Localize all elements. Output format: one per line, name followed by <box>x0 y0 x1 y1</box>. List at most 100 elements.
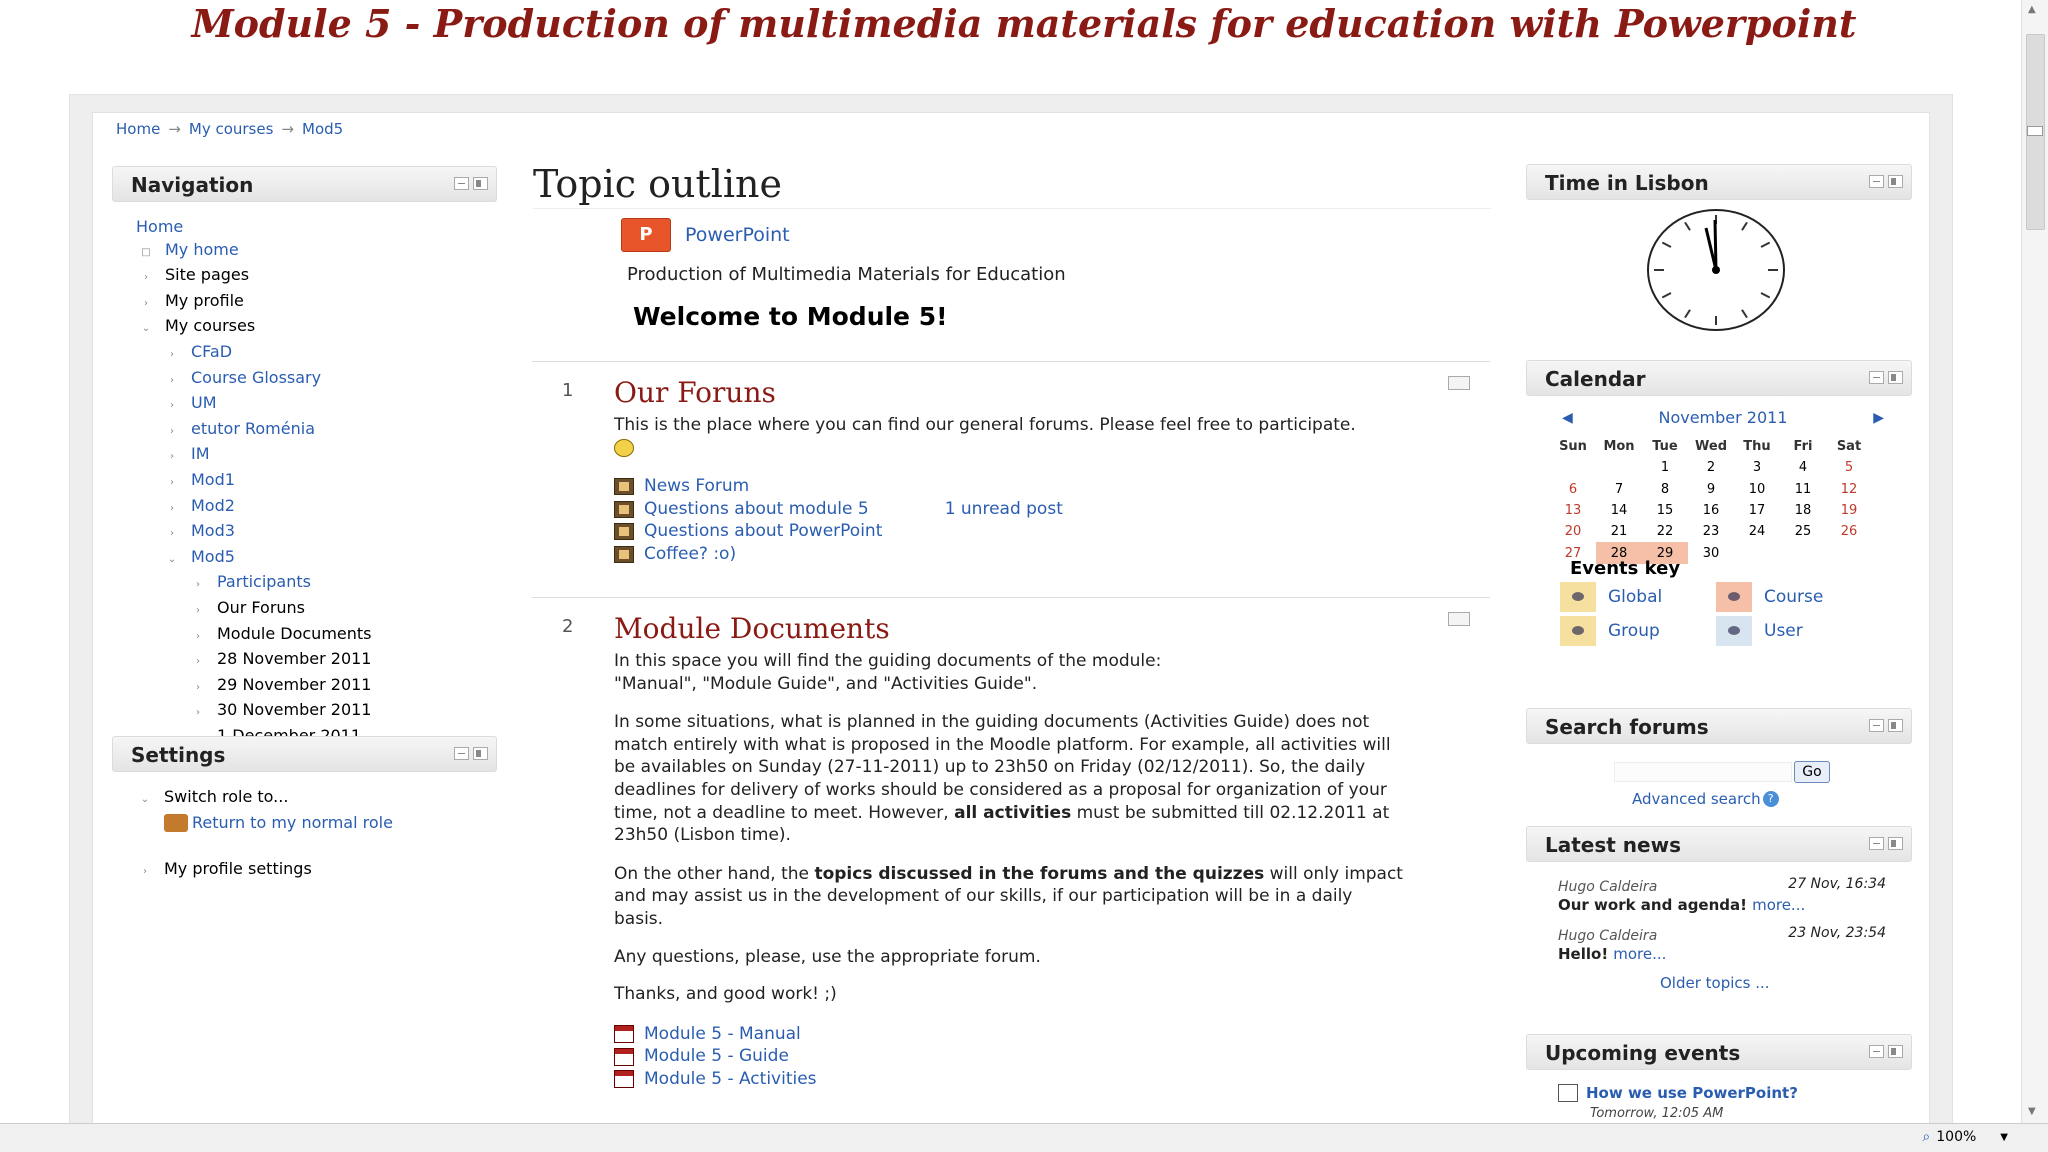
calendar-day[interactable]: 11 <box>1780 479 1826 500</box>
nav-item[interactable]: › UM <box>136 392 372 418</box>
dock-icon[interactable] <box>1888 837 1903 850</box>
calendar-day[interactable]: 25 <box>1780 521 1826 542</box>
nav-home-link[interactable]: Home <box>136 217 183 236</box>
events-key-user[interactable]: User <box>1716 616 1876 646</box>
nav-item[interactable]: › 30 November 2011 <box>136 699 372 725</box>
older-topics-link[interactable]: Older topics ... <box>1660 974 1770 992</box>
calendar-day[interactable]: 8 <box>1642 479 1688 500</box>
dock-icon[interactable] <box>1888 1045 1903 1058</box>
resource-link[interactable]: Module 5 - Manual <box>644 1023 801 1046</box>
switch-role-item[interactable]: Switch role to... <box>164 787 288 806</box>
nav-item-label[interactable]: My profile <box>165 291 244 310</box>
calendar-day[interactable]: 12 <box>1826 479 1872 500</box>
calendar-day[interactable]: 23 <box>1688 521 1734 542</box>
nav-item[interactable]: › Course Glossary <box>136 367 372 393</box>
collapse-icon[interactable] <box>454 177 469 190</box>
calendar-day[interactable]: 1 <box>1642 457 1688 478</box>
calendar-day[interactable]: 30 <box>1688 542 1734 563</box>
resource-link[interactable]: Module 5 - Guide <box>644 1045 789 1068</box>
upcoming-event-link[interactable]: How we use PowerPoint? <box>1586 1084 1798 1102</box>
nav-item-label[interactable]: My home <box>165 240 239 259</box>
events-key-course[interactable]: Course <box>1716 582 1876 612</box>
resource-manual[interactable]: Module 5 - Manual <box>614 1023 1404 1046</box>
nav-item-label[interactable]: Course Glossary <box>191 368 321 387</box>
nav-item[interactable]: › Mod3 <box>136 520 372 546</box>
events-key-group[interactable]: Group <box>1560 616 1716 646</box>
dock-icon[interactable] <box>1888 371 1903 384</box>
highlight-toggle[interactable] <box>1448 612 1470 626</box>
activity-coffee[interactable]: Coffee? :o) <box>614 543 1414 566</box>
breadcrumb-home[interactable]: Home <box>116 120 160 138</box>
highlight-toggle[interactable] <box>1448 376 1470 390</box>
nav-item[interactable]: › Module Documents <box>136 623 372 649</box>
nav-item-label[interactable]: 29 November 2011 <box>217 675 371 694</box>
nav-item-label[interactable]: Mod1 <box>191 470 235 489</box>
activity-link[interactable]: Questions about module 5 <box>644 498 869 521</box>
breadcrumb-courses[interactable]: My courses <box>189 120 274 138</box>
nav-item[interactable]: › IM <box>136 443 372 469</box>
dock-icon[interactable] <box>1888 175 1903 188</box>
nav-item[interactable]: › My profile <box>136 290 372 316</box>
activity-questions-powerpoint[interactable]: Questions about PowerPoint <box>614 520 1414 543</box>
collapse-icon[interactable] <box>1869 371 1884 384</box>
calendar-day[interactable]: 14 <box>1596 500 1642 521</box>
calendar-day[interactable]: 10 <box>1734 479 1780 500</box>
nav-item[interactable]: › Participants <box>136 571 372 597</box>
nav-item-label[interactable]: 30 November 2011 <box>217 700 371 719</box>
calendar-day[interactable]: 15 <box>1642 500 1688 521</box>
help-icon[interactable]: ? <box>1762 791 1779 807</box>
nav-item[interactable]: › etutor Roménia <box>136 418 372 444</box>
calendar-day[interactable]: 22 <box>1642 521 1688 542</box>
activity-link[interactable]: Coffee? :o) <box>644 543 736 566</box>
resource-link[interactable]: Module 5 - Activities <box>644 1068 817 1091</box>
activity-questions-module5[interactable]: Questions about module 5 1 unread post <box>614 498 1414 521</box>
activity-link[interactable]: Questions about PowerPoint <box>644 520 882 543</box>
nav-item-label[interactable]: etutor Roménia <box>191 419 315 438</box>
vertical-scrollbar[interactable]: ▲ ▼ <box>2021 0 2048 1123</box>
events-key-global[interactable]: Global <box>1560 582 1716 612</box>
nav-item-label[interactable]: Mod3 <box>191 521 235 540</box>
calendar-day[interactable]: 26 <box>1826 521 1872 542</box>
news-more-link[interactable]: more... <box>1752 896 1805 914</box>
collapse-icon[interactable] <box>1869 719 1884 732</box>
nav-item[interactable]: ⌄ My courses <box>136 315 372 341</box>
return-role-link[interactable]: Return to my normal role <box>192 812 393 835</box>
calendar-day[interactable]: 20 <box>1550 521 1596 542</box>
calendar-day[interactable]: 6 <box>1550 479 1596 500</box>
search-input[interactable] <box>1614 762 1792 782</box>
calendar-day[interactable]: 7 <box>1596 479 1642 500</box>
activity-link[interactable]: News Forum <box>644 475 749 498</box>
chevron-down-icon[interactable]: ▼ <box>2000 1132 2008 1143</box>
unread-post-link[interactable]: 1 unread post <box>945 498 1063 521</box>
collapse-icon[interactable] <box>1869 1045 1884 1058</box>
calendar-month[interactable]: November 2011 <box>1658 408 1787 427</box>
nav-item[interactable]: ⌄ Mod5 <box>136 546 372 572</box>
nav-item-label[interactable]: Participants <box>217 572 311 591</box>
next-month-icon[interactable]: ▶ <box>1873 410 1884 426</box>
nav-item-label[interactable]: 28 November 2011 <box>217 649 371 668</box>
calendar-day[interactable]: 24 <box>1734 521 1780 542</box>
split-handle-icon[interactable] <box>2027 126 2043 136</box>
prev-month-icon[interactable]: ◀ <box>1562 410 1573 426</box>
nav-item[interactable]: › 29 November 2011 <box>136 674 372 700</box>
nav-item-label[interactable]: CFaD <box>191 342 232 361</box>
nav-item-label[interactable]: IM <box>191 444 210 463</box>
calendar-day[interactable]: 13 <box>1550 500 1596 521</box>
search-go-button[interactable]: Go <box>1794 761 1830 783</box>
nav-item[interactable]: › Our Foruns <box>136 597 372 623</box>
news-more-link[interactable]: more... <box>1613 945 1666 963</box>
nav-item-label[interactable]: Mod5 <box>191 547 235 566</box>
dock-icon[interactable] <box>473 177 488 190</box>
calendar-day[interactable]: 5 <box>1826 457 1872 478</box>
dock-icon[interactable] <box>1888 719 1903 732</box>
nav-item-label[interactable]: My courses <box>165 316 255 335</box>
calendar-day[interactable]: 2 <box>1688 457 1734 478</box>
nav-item[interactable]: › CFaD <box>136 341 372 367</box>
calendar-day[interactable]: 21 <box>1596 521 1642 542</box>
nav-item-label[interactable]: Mod2 <box>191 496 235 515</box>
resource-activities[interactable]: Module 5 - Activities <box>614 1068 1404 1091</box>
nav-item-label[interactable]: Our Foruns <box>217 598 305 617</box>
nav-item-label[interactable]: Site pages <box>165 265 249 284</box>
calendar-day[interactable]: 18 <box>1780 500 1826 521</box>
calendar-day[interactable]: 16 <box>1688 500 1734 521</box>
